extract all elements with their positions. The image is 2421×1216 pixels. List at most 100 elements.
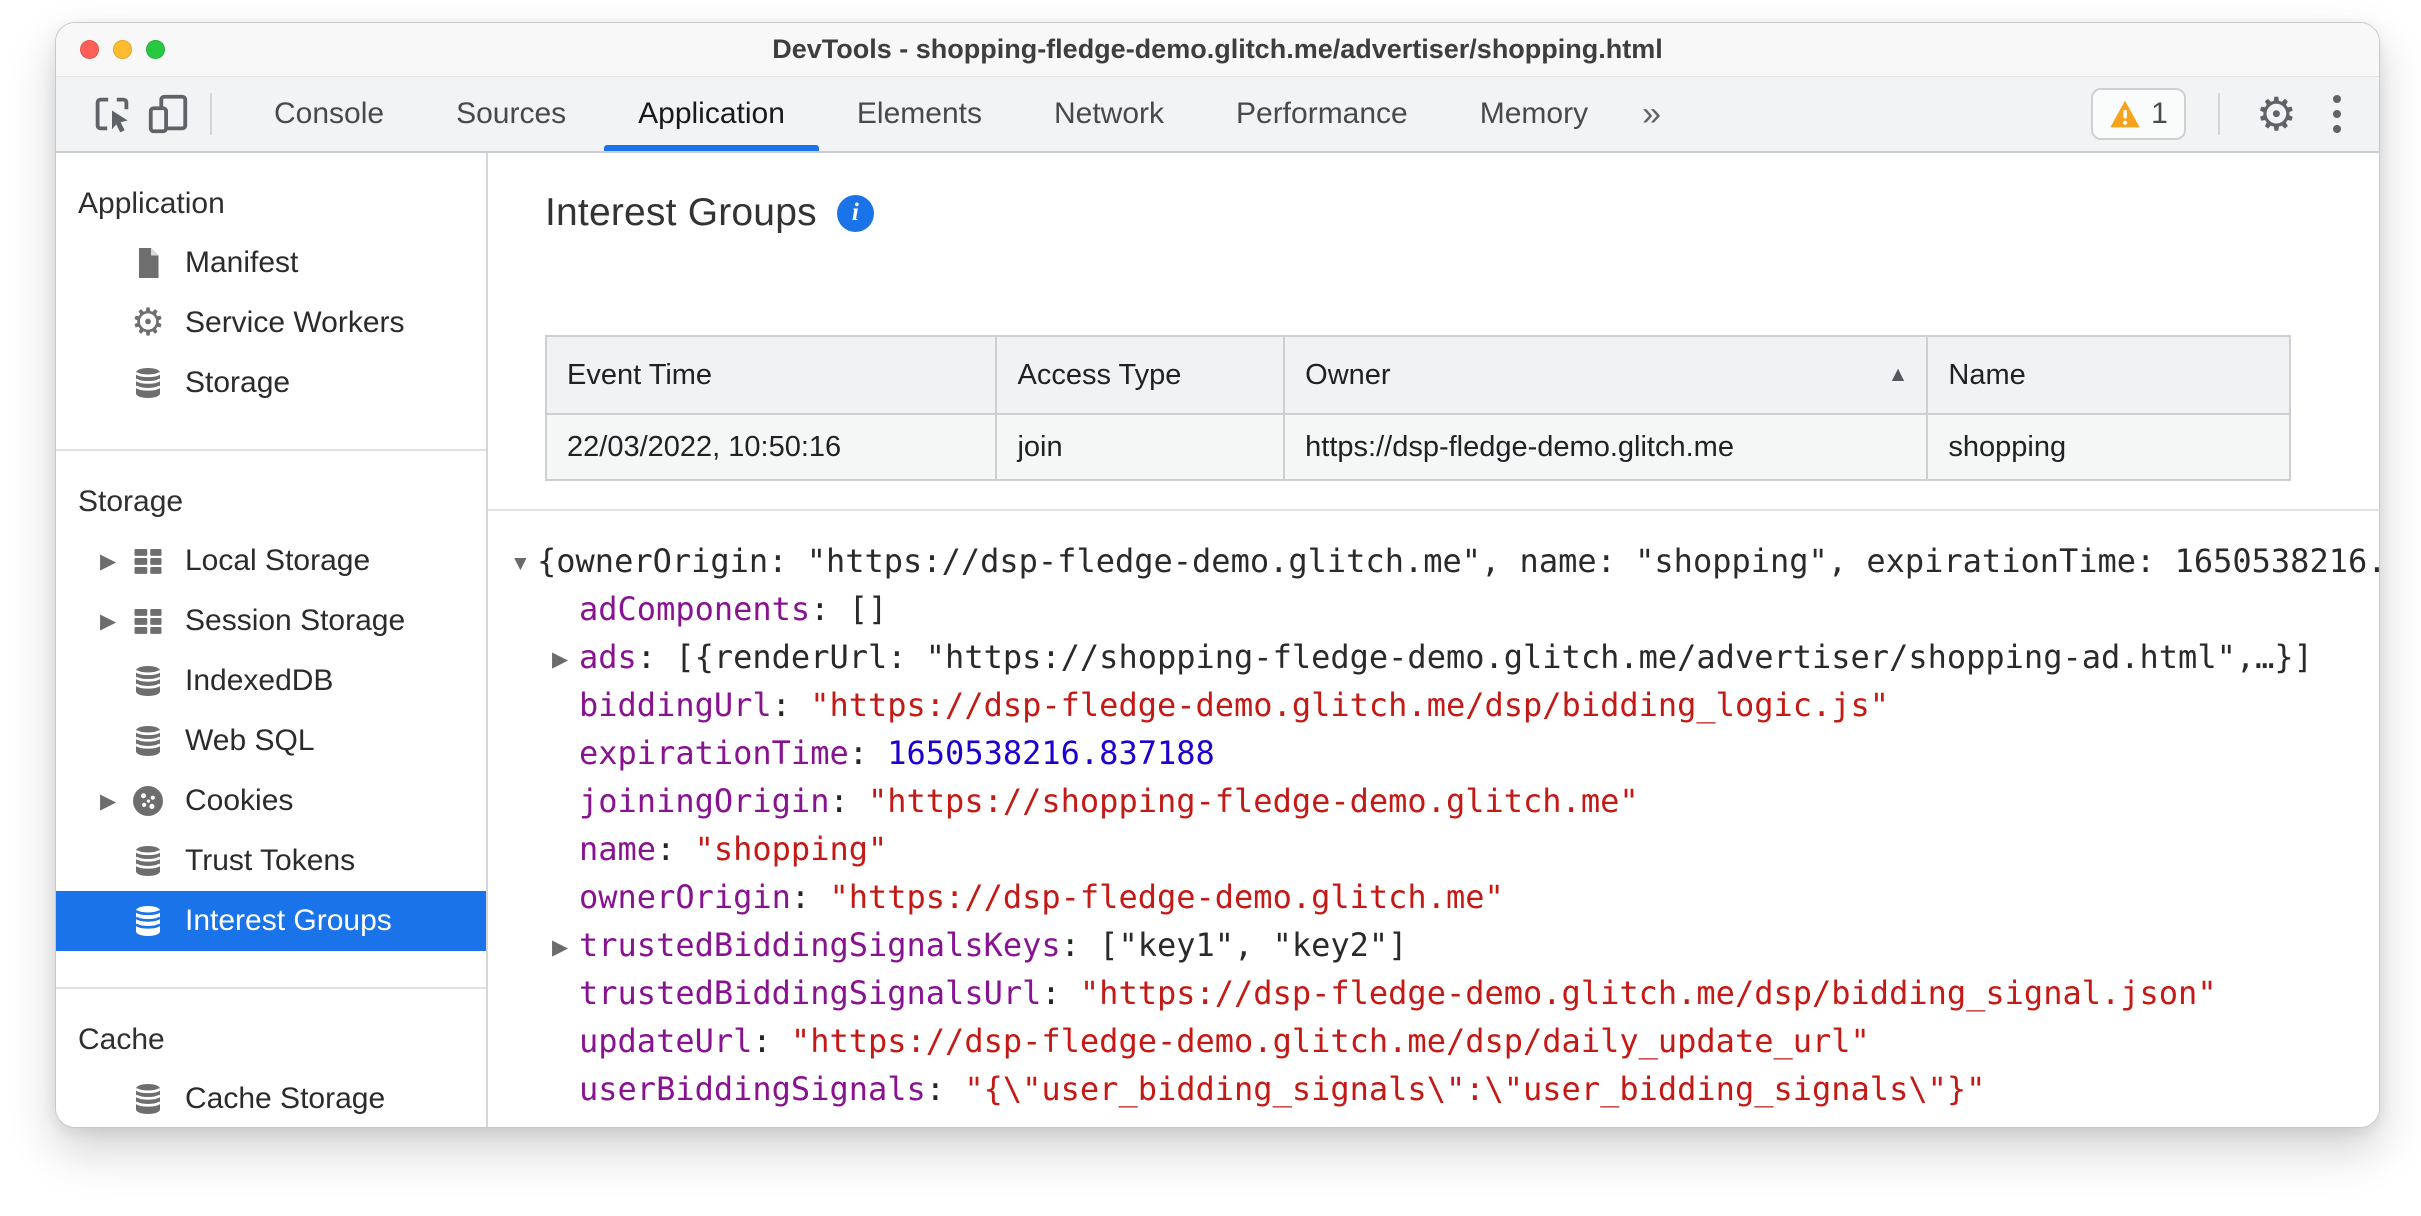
more-tabs-button[interactable]: » xyxy=(1624,77,1679,151)
cell-access-type: join xyxy=(995,413,1286,481)
sidebar-item-label: Session Storage xyxy=(185,604,406,637)
tree-property-row[interactable]: ▶ ads: [{renderUrl: "https://shopping-fle… xyxy=(510,633,2379,681)
toolbar-separator xyxy=(210,93,212,135)
sidebar-item-label: Storage xyxy=(185,366,291,399)
chevron-double-right-icon: » xyxy=(1642,94,1662,133)
tree-property-row: biddingUrl: "https://dsp-fledge-demo.gli… xyxy=(579,686,1890,724)
sidebar-item-label: Trust Tokens xyxy=(185,844,356,877)
cell-owner: https://dsp-fledge-demo.glitch.me xyxy=(1283,413,1929,481)
active-tab-underline xyxy=(604,145,819,151)
minimize-window-button[interactable] xyxy=(113,40,132,59)
tab-network[interactable]: Network xyxy=(1018,77,1200,151)
table-row[interactable]: 22/03/2022, 10:50:16 join https://dsp-fl… xyxy=(544,413,2291,481)
collapse-arrow-icon[interactable]: ▼ xyxy=(510,540,537,588)
window-title: DevTools - shopping-fledge-demo.glitch.m… xyxy=(772,34,1663,64)
database-icon xyxy=(128,721,168,761)
expand-arrow-icon[interactable]: ▶ xyxy=(100,549,128,574)
cell-event-time: 22/03/2022, 10:50:16 xyxy=(544,413,998,481)
table-grid-icon xyxy=(128,601,168,641)
tab-console[interactable]: Console xyxy=(238,77,420,151)
expand-arrow-icon[interactable]: ▶ xyxy=(552,924,579,972)
sidebar-item-label: Service Workers xyxy=(185,306,405,339)
interest-groups-events-table: Event Time Access Type Owner ▲ Name 22/0… xyxy=(544,335,2291,481)
settings-button[interactable]: ⚙ xyxy=(2252,91,2301,137)
sidebar-item-label: Cache Storage xyxy=(185,1082,386,1115)
expand-arrow-icon[interactable]: ▶ xyxy=(552,636,579,684)
sidebar-item-cookies[interactable]: ▶ Cookies xyxy=(56,771,486,831)
section-title-storage: Storage xyxy=(78,485,184,518)
table-header-row: Event Time Access Type Owner ▲ Name xyxy=(544,335,2291,415)
expand-arrow-icon[interactable]: ▶ xyxy=(100,609,128,634)
device-toolbar-icon xyxy=(148,94,188,134)
sidebar-item-label: Web SQL xyxy=(185,724,315,757)
panel-tabs: Console Sources Application Elements Net… xyxy=(238,77,1679,151)
interest-group-details-tree: ▼ {ownerOrigin: "https://dsp-fledge-demo.… xyxy=(488,509,2379,1127)
inspect-element-button[interactable] xyxy=(84,86,140,142)
tab-performance[interactable]: Performance xyxy=(1200,77,1444,151)
sidebar-item-storage[interactable]: Storage xyxy=(56,353,486,413)
column-header-event-time[interactable]: Event Time xyxy=(544,335,998,415)
expand-arrow-icon[interactable]: ▶ xyxy=(100,789,128,814)
tab-application[interactable]: Application xyxy=(602,77,821,151)
sidebar-item-trust-tokens[interactable]: Trust Tokens xyxy=(56,831,486,891)
table-grid-icon xyxy=(128,541,168,581)
warning-triangle-icon xyxy=(2110,100,2140,128)
kebab-menu-icon xyxy=(2333,95,2341,103)
tree-property-row: joiningOrigin: "https://shopping-fledge-… xyxy=(579,782,1639,820)
sidebar-item-manifest[interactable]: Manifest xyxy=(56,233,486,293)
customize-devtools-button[interactable] xyxy=(2319,89,2355,139)
object-preview: {ownerOrigin: "https://dsp-fledge-demo.g… xyxy=(537,542,2379,580)
column-header-access-type[interactable]: Access Type xyxy=(995,335,1286,415)
database-icon xyxy=(128,1079,168,1119)
sidebar-item-session-storage[interactable]: ▶ Session Storage xyxy=(56,591,486,651)
tree-property-row: ownerOrigin: "https://dsp-fledge-demo.gl… xyxy=(579,878,1504,916)
sort-ascending-icon: ▲ xyxy=(1887,363,1909,386)
tab-elements[interactable]: Elements xyxy=(821,77,1018,151)
tab-sources[interactable]: Sources xyxy=(420,77,602,151)
close-window-button[interactable] xyxy=(80,40,99,59)
inspect-cursor-icon xyxy=(95,97,129,133)
column-header-name[interactable]: Name xyxy=(1926,335,2291,415)
sidebar-item-service-workers[interactable]: ⚙ Service Workers xyxy=(56,293,486,353)
sidebar-item-cache-storage[interactable]: Cache Storage xyxy=(56,1069,486,1127)
database-icon xyxy=(128,363,168,403)
sidebar-item-interest-groups[interactable]: Interest Groups xyxy=(56,891,486,951)
tab-memory[interactable]: Memory xyxy=(1444,77,1624,151)
tree-property-row[interactable]: ▶ trustedBiddingSignalsKeys: ["key1", "ke… xyxy=(510,921,2379,969)
application-sidebar: Application Manifest ⚙ Service Workers S… xyxy=(56,153,488,1127)
gear-icon: ⚙ xyxy=(2255,88,2297,140)
sidebar-section-storage: Storage ▶ Local Storage ▶ Session Storag… xyxy=(56,451,486,989)
sidebar-item-label: Cookies xyxy=(185,784,294,817)
issues-counter-button[interactable]: 1 xyxy=(2091,88,2186,140)
zoom-window-button[interactable] xyxy=(146,40,165,59)
toolbar-right-cluster: 1 ⚙ xyxy=(2091,88,2355,140)
tree-property-row: name: "shopping" xyxy=(579,830,888,868)
sidebar-item-indexeddb[interactable]: IndexedDB xyxy=(56,651,486,711)
sidebar-item-label: Local Storage xyxy=(185,544,371,577)
database-icon xyxy=(128,661,168,701)
devtools-window: DevTools - shopping-fledge-demo.glitch.m… xyxy=(55,22,2380,1128)
database-icon xyxy=(128,901,168,941)
tree-property-row: updateUrl: "https://dsp-fledge-demo.glit… xyxy=(579,1022,1870,1060)
sidebar-section-application: Application Manifest ⚙ Service Workers S… xyxy=(56,153,486,451)
info-icon[interactable]: i xyxy=(836,194,874,232)
section-title-cache: Cache xyxy=(78,1023,165,1056)
toolbar-separator xyxy=(2217,93,2220,135)
device-toolbar-toggle-button[interactable] xyxy=(140,86,196,142)
gear-icon: ⚙ xyxy=(130,302,166,344)
sidebar-item-local-storage[interactable]: ▶ Local Storage xyxy=(56,531,486,591)
cookie-icon xyxy=(128,781,168,821)
column-header-owner[interactable]: Owner ▲ xyxy=(1283,335,1929,415)
application-panel: Application Manifest ⚙ Service Workers S… xyxy=(56,153,2379,1127)
sidebar-item-web-sql[interactable]: Web SQL xyxy=(56,711,486,771)
sidebar-item-label: Interest Groups xyxy=(185,904,392,937)
database-icon xyxy=(128,841,168,881)
traffic-lights xyxy=(80,23,165,76)
tree-property-row: userBiddingSignals: "{\"user_bidding_sig… xyxy=(579,1070,1986,1108)
interest-groups-view: Interest Groups i Event Time Access Type… xyxy=(488,153,2379,1127)
tree-root-row[interactable]: ▼ {ownerOrigin: "https://dsp-fledge-demo.… xyxy=(510,537,2379,585)
sidebar-section-cache: Cache Cache Storage xyxy=(56,989,486,1127)
tree-property-row: expirationTime: 1650538216.837188 xyxy=(579,734,1215,772)
document-icon xyxy=(128,243,168,283)
devtools-toolbar: Console Sources Application Elements Net… xyxy=(56,77,2379,153)
